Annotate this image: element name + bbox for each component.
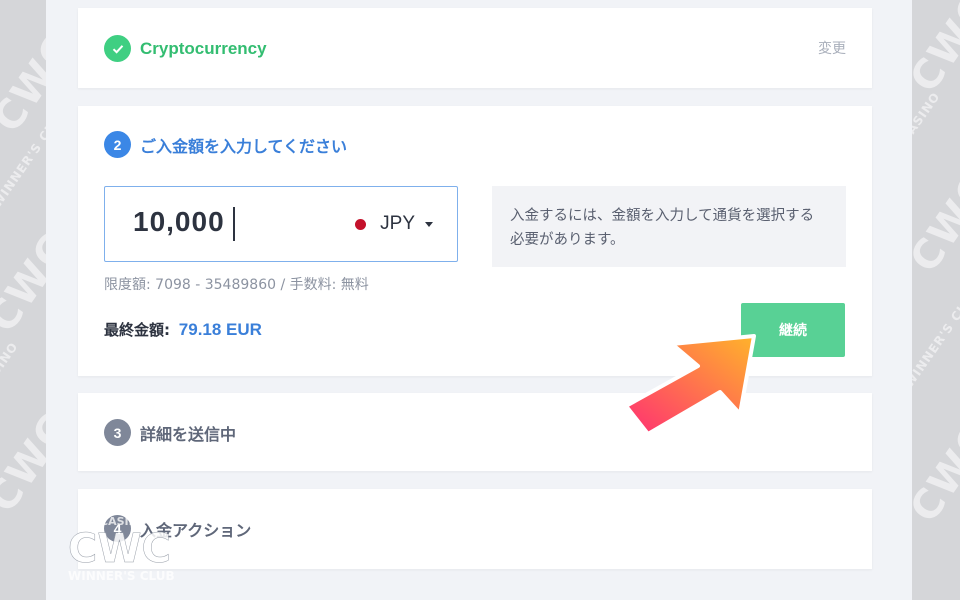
limits-text: 限度額: 7098 - 35489860 / 手数料: 無料 bbox=[104, 277, 369, 293]
watermark-strip-left: CWC WINNER'S CLUB CWC CASINO CWC bbox=[0, 0, 46, 600]
final-amount-value: 79.18 EUR bbox=[178, 320, 262, 339]
japan-flag-icon bbox=[355, 218, 367, 230]
watermark-text: CASINO bbox=[0, 339, 21, 395]
step-header: 3 詳細を送信中 bbox=[104, 419, 236, 446]
watermark-strip-right: CWC CASINO CWC WINNER'S CLUB CWC bbox=[912, 0, 960, 600]
currency-select[interactable]: JPY bbox=[355, 213, 433, 235]
step-title: ご入金額を入力してください bbox=[140, 136, 348, 156]
pointer-arrow-icon bbox=[624, 334, 756, 436]
watermark-text: CWC bbox=[0, 25, 46, 141]
change-link[interactable]: 変更 bbox=[818, 38, 846, 58]
step-header: 2 ご入金額を入力してください bbox=[104, 131, 347, 158]
amount-input[interactable]: 10,000 JPY bbox=[104, 186, 458, 262]
watermark-text: WINNER'S CLUB bbox=[912, 283, 960, 391]
step-number-badge: 2 bbox=[104, 131, 131, 158]
step-title: 詳細を送信中 bbox=[140, 424, 237, 444]
watermark-text: CWC bbox=[0, 405, 46, 521]
amount-value[interactable]: 10,000 bbox=[133, 206, 225, 238]
step-title: Cryptocurrency bbox=[140, 38, 267, 58]
casino-winners-club-logo: CASINO CWC WINNER'S CLUB bbox=[68, 515, 175, 583]
check-icon bbox=[104, 35, 131, 62]
caret-down-icon bbox=[425, 221, 433, 227]
watermark-text: CASINO bbox=[912, 89, 943, 145]
watermark-text: CWC bbox=[0, 225, 46, 341]
watermark-text: CWC bbox=[912, 165, 960, 281]
watermark-text: CWC bbox=[912, 415, 960, 531]
info-message: 入金するには、金額を入力して通貨を選択する必要があります。 bbox=[492, 186, 846, 267]
final-amount-label: 最終金額: bbox=[104, 321, 170, 339]
text-caret bbox=[233, 207, 235, 241]
final-amount: 最終金額: 79.18 EUR bbox=[104, 319, 262, 340]
logo-main-text: CWC bbox=[68, 526, 171, 572]
step-number-badge: 3 bbox=[104, 419, 131, 446]
step-header: Cryptocurrency bbox=[104, 35, 267, 62]
watermark-text: CWC bbox=[912, 0, 960, 101]
logo-bottom-text: WINNER'S CLUB bbox=[68, 569, 175, 583]
step-card-payment-method: Cryptocurrency 変更 bbox=[78, 8, 872, 88]
currency-value: JPY bbox=[380, 213, 415, 234]
